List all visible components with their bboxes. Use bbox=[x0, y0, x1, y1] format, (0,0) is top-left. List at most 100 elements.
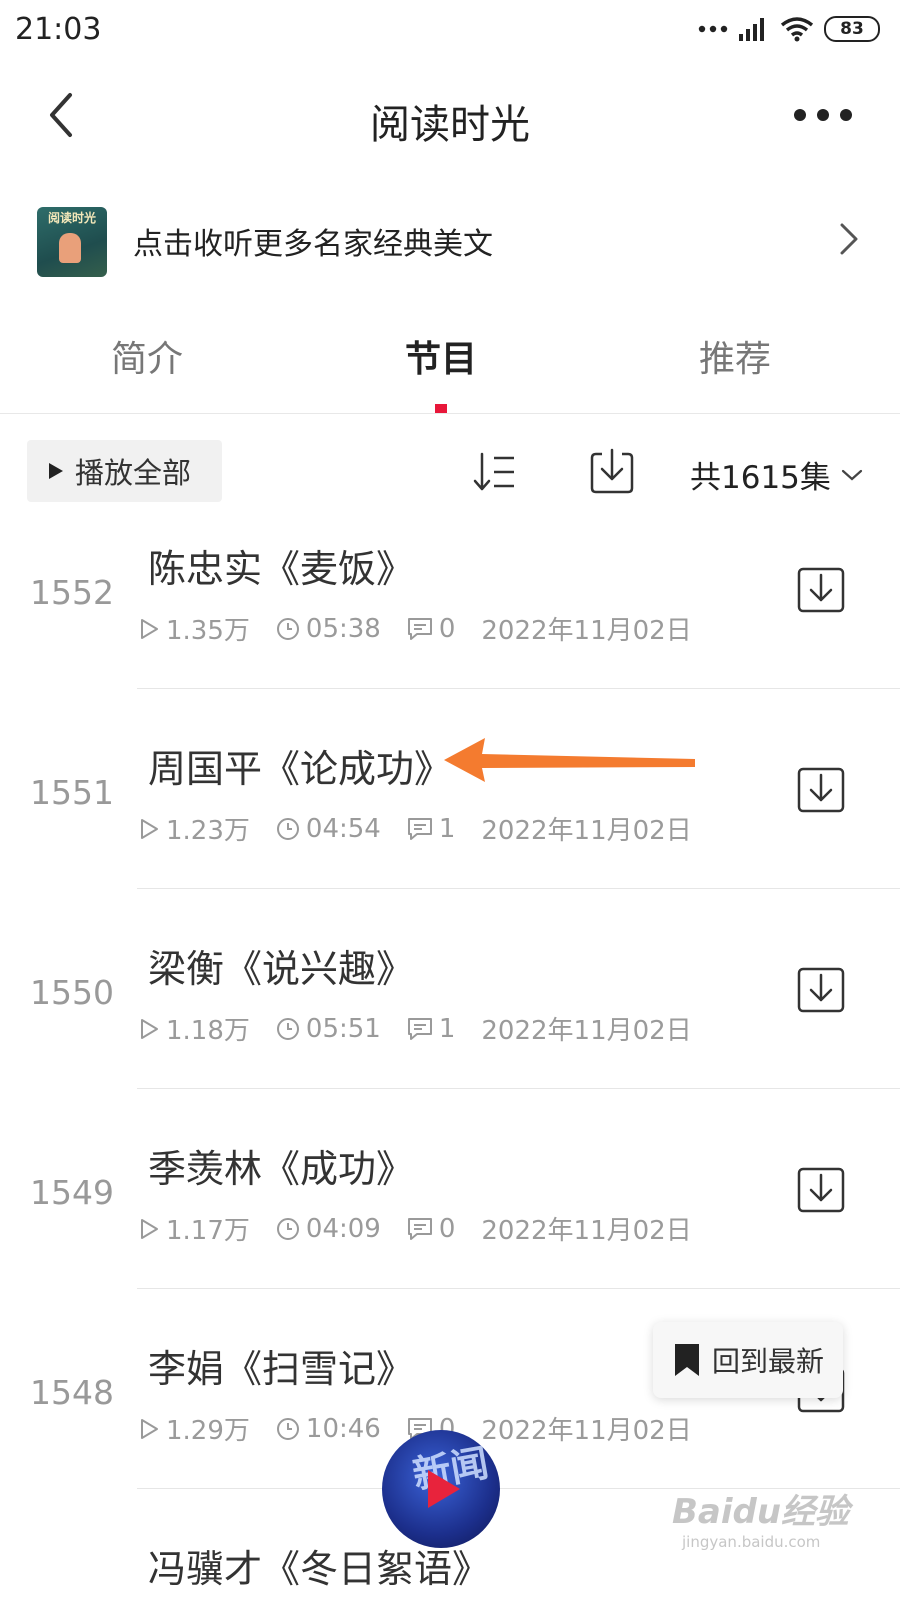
comment-icon bbox=[407, 817, 432, 840]
publish-date: 2022年11月02日 bbox=[481, 1416, 692, 1446]
play-icon bbox=[49, 463, 63, 479]
tab-programs[interactable]: 节目 bbox=[341, 330, 541, 382]
download-icon bbox=[797, 567, 845, 613]
more-horizontal-icon bbox=[794, 109, 852, 121]
episode-title: 李娟《扫雪记》 bbox=[148, 1347, 415, 1391]
cover-title: 阅读时光 bbox=[47, 211, 96, 225]
duration: 04:54 bbox=[305, 813, 381, 844]
episode-meta: 1.18万 05:51 1 2022年11月02日 bbox=[138, 1010, 692, 1047]
tab-intro[interactable]: 简介 bbox=[47, 330, 247, 382]
battery-indicator: 83 bbox=[824, 16, 880, 42]
page-title: 阅读时光 bbox=[370, 102, 530, 148]
watermark-main: Baidu经验 bbox=[672, 1492, 850, 1532]
episode-download-button[interactable] bbox=[797, 1167, 845, 1213]
episode-meta: 1.35万 05:38 0 2022年11月02日 bbox=[138, 610, 692, 647]
back-to-latest-button[interactable]: 回到最新 bbox=[653, 1322, 843, 1398]
download-icon bbox=[797, 767, 845, 813]
row-divider bbox=[137, 1088, 900, 1089]
clock-icon bbox=[276, 817, 299, 840]
download-icon bbox=[797, 967, 845, 1013]
duration: 04:09 bbox=[305, 1213, 381, 1244]
episode-title: 周国平《论成功》 bbox=[148, 747, 453, 791]
play-count-icon bbox=[141, 618, 158, 639]
annotation-arrow-icon bbox=[444, 738, 695, 782]
comment-icon bbox=[407, 617, 432, 640]
comment-count: 0 bbox=[438, 613, 456, 644]
chevron-down-icon bbox=[841, 469, 863, 480]
play-count: 1.17万 bbox=[166, 1216, 250, 1246]
tab-recommend[interactable]: 推荐 bbox=[635, 330, 835, 382]
episode-title: 陈忠实《麦饭》 bbox=[148, 547, 415, 591]
back-to-latest-label: 回到最新 bbox=[711, 1345, 824, 1378]
episode-download-button[interactable] bbox=[797, 967, 845, 1013]
episode-row[interactable]: 1552 陈忠实《麦饭》 1.35万 05:38 0 2022年11月02日 bbox=[0, 520, 900, 720]
publish-date: 2022年11月02日 bbox=[481, 1016, 692, 1046]
play-count-icon bbox=[141, 1418, 158, 1439]
episode-download-button[interactable] bbox=[797, 767, 845, 813]
comment-count: 1 bbox=[438, 1013, 456, 1044]
download-icon bbox=[797, 1167, 845, 1213]
play-count: 1.23万 bbox=[166, 816, 250, 846]
watermark: Baidu经验 jingyan.baidu.com bbox=[672, 1484, 872, 1551]
row-divider bbox=[137, 888, 900, 889]
episode-row[interactable]: 1550 梁衡《说兴趣》 1.18万 05:51 1 2022年11月02日 bbox=[0, 920, 900, 1120]
comment-icon bbox=[407, 1217, 432, 1240]
more-options-button[interactable] bbox=[790, 95, 860, 135]
clock-icon bbox=[276, 1017, 299, 1040]
duration: 05:51 bbox=[305, 1013, 381, 1044]
publish-date: 2022年11月02日 bbox=[481, 816, 692, 846]
status-time: 21:03 bbox=[15, 12, 102, 47]
episode-number: 1549 bbox=[30, 1173, 114, 1212]
episode-row[interactable]: 1549 季羡林《成功》 1.17万 04:09 0 2022年11月02日 bbox=[0, 1120, 900, 1320]
row-divider bbox=[137, 1288, 900, 1289]
play-count-icon bbox=[141, 1018, 158, 1039]
episode-number: 1551 bbox=[30, 773, 114, 812]
sort-icon bbox=[473, 452, 514, 491]
tab-divider bbox=[0, 413, 900, 414]
play-count: 1.18万 bbox=[166, 1016, 250, 1046]
episode-number: 1550 bbox=[30, 973, 114, 1012]
publish-date: 2022年11月02日 bbox=[481, 1216, 692, 1246]
episode-number: 1548 bbox=[30, 1373, 114, 1412]
episode-count: 共1615集 bbox=[690, 460, 831, 496]
publish-date: 2022年11月02日 bbox=[481, 616, 692, 646]
episode-count-selector[interactable]: 共1615集 bbox=[690, 452, 863, 497]
play-count: 1.29万 bbox=[166, 1416, 250, 1446]
episode-meta: 1.23万 04:54 1 2022年11月02日 bbox=[138, 810, 692, 847]
download-icon bbox=[590, 448, 634, 494]
play-count-icon bbox=[141, 818, 158, 839]
clock-icon bbox=[276, 1217, 299, 1240]
floating-player-button[interactable]: 新闻 bbox=[382, 1430, 500, 1548]
cover-figure bbox=[59, 233, 81, 263]
duration: 05:38 bbox=[305, 613, 381, 644]
play-all-button[interactable]: 播放全部 bbox=[27, 440, 222, 502]
album-cover: 阅读时光 bbox=[37, 207, 107, 277]
promo-text: 点击收听更多名家经典美文 bbox=[133, 227, 493, 262]
episode-title: 梁衡《说兴趣》 bbox=[148, 947, 415, 991]
play-all-label: 播放全部 bbox=[75, 456, 192, 490]
clock-icon bbox=[276, 617, 299, 640]
bookmark-icon bbox=[674, 1344, 699, 1376]
promo-banner[interactable]: 阅读时光 点击收听更多名家经典美文 bbox=[0, 195, 900, 285]
chevron-right-icon bbox=[840, 223, 858, 255]
signal-icon bbox=[739, 18, 764, 41]
more-dots-icon bbox=[698, 25, 728, 33]
comment-count: 1 bbox=[438, 813, 456, 844]
batch-download-button[interactable] bbox=[588, 446, 636, 496]
status-icons: 83 bbox=[698, 14, 880, 44]
active-tab-indicator bbox=[435, 404, 447, 413]
episode-download-button[interactable] bbox=[797, 567, 845, 613]
play-icon bbox=[428, 1470, 460, 1508]
clock-icon bbox=[276, 1417, 299, 1440]
play-count-icon bbox=[141, 1218, 158, 1239]
comment-count: 0 bbox=[438, 1213, 456, 1244]
sort-button[interactable] bbox=[470, 448, 520, 496]
wifi-icon bbox=[780, 17, 814, 42]
episode-number: 1552 bbox=[30, 573, 114, 612]
watermark-sub: jingyan.baidu.com bbox=[682, 1533, 821, 1551]
play-count: 1.35万 bbox=[166, 616, 250, 646]
row-divider bbox=[137, 688, 900, 689]
episode-meta: 1.17万 04:09 0 2022年11月02日 bbox=[138, 1210, 692, 1247]
episode-title: 季羡林《成功》 bbox=[148, 1147, 415, 1191]
duration: 10:46 bbox=[305, 1413, 381, 1444]
